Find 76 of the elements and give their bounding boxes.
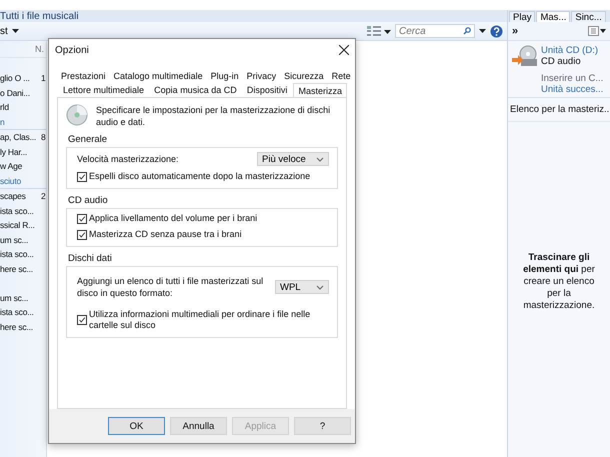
library-item[interactable]: rld — [0, 102, 46, 112]
library-item[interactable]: o Dani... — [0, 88, 46, 98]
drive-status: Unità succes... — [541, 84, 604, 95]
library-item[interactable]: here sc... — [0, 322, 46, 332]
view-options-icon[interactable] — [367, 26, 381, 36]
tab[interactable]: Sicurezza — [280, 69, 328, 83]
checkbox-label: Utilizza informazioni multimediali per ordinare i file nelle cartelle sul disco — [89, 309, 312, 331]
library-item[interactable]: ista sco... — [0, 307, 46, 318]
description-text: Specificare le impostazioni per la masterizzazione di dischi audio e dati. — [96, 104, 332, 128]
close-icon[interactable] — [339, 45, 349, 55]
checkbox[interactable] — [77, 315, 87, 325]
help-icon[interactable] — [490, 24, 503, 38]
dialog-button[interactable]: ? — [294, 417, 351, 435]
organize-menu[interactable]: st — [0, 26, 19, 36]
tab[interactable]: Plug-in — [206, 69, 243, 83]
dialog-button[interactable]: OK — [108, 417, 165, 435]
more-button[interactable]: » — [512, 25, 518, 37]
tab[interactable]: Dispositivi — [242, 83, 292, 97]
panel-tab[interactable]: Sinc... — [571, 11, 606, 22]
breadcrumb-link[interactable]: Tutti i file musicali — [0, 10, 79, 22]
list-options-icon[interactable] — [588, 26, 606, 36]
library-item[interactable]: um sc... — [0, 234, 46, 245]
checkbox-label: Applica livellamento del volume per i brani — [89, 213, 258, 224]
dialog-title: Opzioni — [55, 44, 89, 56]
item-count: 8 — [41, 132, 46, 142]
chevron-down-icon — [316, 156, 324, 162]
view-caret-icon — [384, 30, 391, 34]
tab[interactable]: Copia musica da CD — [150, 83, 241, 97]
tab[interactable]: Prestazioni — [57, 69, 110, 83]
dropdown[interactable]: WPL — [275, 280, 329, 294]
library-item[interactable]: ista sco... — [0, 206, 46, 216]
cd-drive-icon — [512, 45, 538, 69]
panel-tab[interactable]: Play — [509, 11, 536, 22]
group-title: CD audio — [67, 195, 109, 208]
library-item[interactable]: ista sco... — [0, 249, 46, 260]
search-field[interactable]: Cerca — [395, 24, 475, 38]
item-count: 2 — [41, 191, 46, 202]
disc-icon — [66, 104, 88, 126]
library-item[interactable]: um sc... — [0, 292, 46, 303]
library-item[interactable]: here sc... — [0, 264, 46, 274]
group-title: Dischi dati — [67, 253, 113, 266]
search-icon — [463, 27, 471, 35]
drive-name[interactable]: Unità CD (D:) — [541, 45, 604, 56]
library-item[interactable]: w Age — [0, 161, 46, 172]
checkbox[interactable] — [77, 172, 87, 182]
search-caret-icon — [479, 29, 486, 33]
dialog-button[interactable]: Annulla — [170, 417, 227, 435]
group-heading: n — [0, 116, 6, 127]
group-title: Generale — [67, 134, 108, 147]
dropdown[interactable]: Più veloce — [257, 152, 329, 166]
field-label: Velocità masterizzazione: — [77, 153, 180, 165]
disc-type: CD audio — [541, 56, 582, 67]
tab[interactable]: Catalogo multimediale — [110, 69, 207, 83]
library-item[interactable]: scapes — [0, 191, 40, 202]
library-item[interactable]: ap, Clas... — [0, 132, 40, 142]
checkbox[interactable] — [77, 230, 87, 240]
item-count: 1 — [41, 73, 46, 84]
checkbox-label: Espelli disco automaticamente dopo la masterizzazione — [89, 171, 310, 182]
tab[interactable]: Lettore multimediale — [59, 83, 148, 97]
field-label: Aggiungi un elenco di tutti i file masterizzati sul disco in questo formato: — [77, 275, 264, 299]
drive-status: Inserire un C... — [541, 73, 604, 84]
tab[interactable]: Masterizza — [293, 83, 347, 97]
library-item[interactable]: ly Har... — [0, 146, 46, 157]
drop-hint: Trascinare gli elementi qui per creare un elenco per la masterizzazione. — [522, 252, 596, 312]
column-header[interactable]: N. — [35, 44, 44, 54]
tab[interactable]: Rete — [328, 69, 355, 83]
tab[interactable]: Privacy — [242, 69, 280, 83]
panel-tab[interactable]: Mas... — [536, 11, 570, 22]
library-item[interactable]: ssical R... — [0, 220, 46, 230]
group-heading: sciuto — [0, 176, 22, 186]
caret-icon — [12, 29, 19, 33]
library-item[interactable]: glio O ... — [0, 73, 40, 84]
checkbox[interactable] — [77, 214, 87, 224]
burn-list-title: Elenco per la masteriz... — [508, 98, 610, 122]
chevron-down-icon — [316, 284, 324, 290]
checkbox-label: Masterizza CD senza pause tra i brani — [89, 229, 242, 240]
